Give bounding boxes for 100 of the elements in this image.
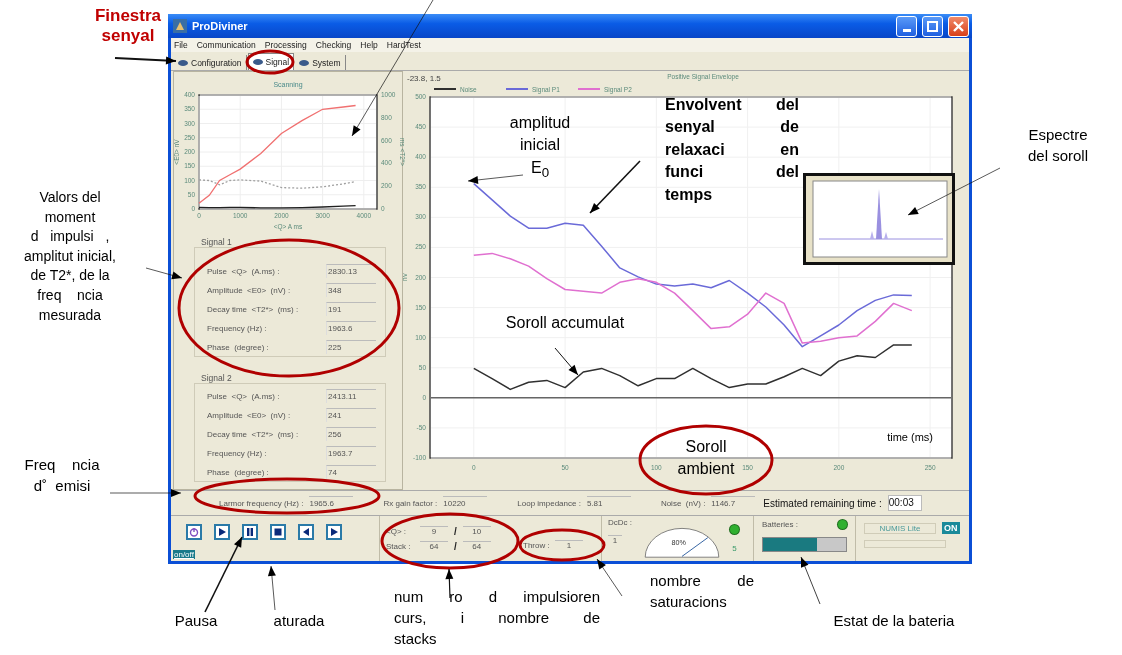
field-label: Frequency (Hz) : [207, 323, 268, 333]
cursor-readout: -23.8, 1.5 [407, 74, 441, 83]
arrow [467, 174, 524, 184]
value-field: 5.81 [586, 495, 631, 511]
on-indicator: ON [942, 522, 960, 534]
value-field: 1146.7 [711, 495, 756, 511]
pause-button[interactable] [242, 524, 258, 540]
counter-label: Stack : [386, 541, 412, 551]
axis-title: time (ms) [887, 431, 933, 443]
annotation-text: Finestra senyal [93, 6, 163, 47]
field-label: Amplitude <E0> (nV) : [207, 410, 292, 420]
menu-item[interactable]: HardTest [386, 40, 421, 50]
field-label: Decay time <T2*> (ms) : [207, 304, 300, 314]
power-label[interactable]: on/off [173, 550, 195, 559]
value-field: 1965.6 [309, 495, 354, 511]
annotation-text: Valors del moment d impulsi , amplitut inicial, de T2*, de la freq ncia mesurada [23, 188, 117, 325]
minimize-button[interactable] [896, 15, 917, 37]
value-field: 2413.11 [326, 389, 376, 403]
device-field: NUMIS Lite [864, 522, 936, 534]
annotation-text: nombre de saturacions [650, 571, 754, 612]
throw-label: Throw : [523, 540, 551, 550]
tab[interactable]: System [295, 55, 346, 70]
minimize-icon [902, 28, 911, 32]
value-field: 256 [326, 427, 376, 441]
arrow [145, 267, 183, 280]
play-icon [217, 527, 227, 537]
field-label: Frequency (Hz) : [207, 448, 268, 458]
value-field: 348 [326, 283, 376, 297]
value-field: 74 [326, 465, 376, 479]
annotation-text: Soroll ambient [676, 437, 736, 480]
annotation-text: aturada [272, 611, 326, 631]
field-label: Loop impedance : [517, 498, 581, 508]
pause-icon [245, 527, 255, 537]
maximize-icon [927, 20, 938, 32]
stop-button[interactable] [270, 524, 286, 540]
value-field: 225 [326, 340, 376, 354]
highlight-ellipse [245, 49, 295, 75]
menu-item[interactable]: Help [360, 40, 378, 50]
arrow [267, 565, 276, 611]
menu-item[interactable]: Checking [315, 40, 352, 50]
eye-icon [178, 59, 188, 66]
annotation-text: Pausa [173, 611, 219, 631]
arrow [589, 160, 641, 214]
value-field: 1963.6 [326, 321, 376, 335]
field-label: Decay time <T2*> (ms) : [207, 429, 300, 439]
annotation-text: Freq ncia d˚ emisi [23, 455, 101, 496]
value-field: 2830.13 [326, 264, 376, 278]
arrow [114, 56, 177, 65]
power-button[interactable] [186, 524, 202, 540]
power-icon [189, 527, 199, 537]
annotation-text: Estat de la bateria [832, 611, 956, 631]
annotation-text: Envolvent del senyal de relaxaci en funci del temps [665, 95, 799, 205]
annotation-text: Espectre del soroll [1027, 125, 1089, 166]
next-icon [329, 527, 339, 537]
count-text: 5 [732, 543, 737, 553]
maximize-button[interactable] [922, 15, 943, 37]
play-button[interactable] [214, 524, 230, 540]
value-field: 1963.7 [326, 446, 376, 460]
app-icon [173, 19, 187, 33]
eye-icon [252, 59, 263, 65]
separator-slash: / [454, 525, 457, 537]
field-label: Phase (degree) : [207, 342, 270, 352]
value-field: 1 [555, 540, 583, 550]
batteries-label: Batteries : [762, 520, 798, 529]
value-field: 64 [420, 541, 448, 551]
annotation-text: amplitud inicial E$_{0}$ [508, 113, 572, 182]
arrow [800, 556, 821, 605]
separator-slash: / [454, 540, 457, 552]
value-field: 10220 [443, 495, 488, 511]
close-button[interactable] [948, 15, 969, 37]
menu-item[interactable]: Processing [264, 40, 307, 50]
arrow [554, 347, 579, 376]
value-field: 9 [420, 526, 448, 536]
dcdc-label: DcDc : [608, 518, 633, 527]
field-label: Amplitude <E0> (nV) : [207, 285, 292, 295]
field-label: Pulse <Q> (A.ms) : [207, 266, 281, 276]
window-title: ProDiviner [192, 20, 248, 32]
previous-button[interactable] [298, 524, 314, 540]
value-field: 00:03 [887, 495, 922, 511]
field-label: Larmor frequency (Hz) : [219, 498, 304, 508]
value-field: 10 [462, 526, 491, 536]
close-icon [953, 20, 964, 32]
tab[interactable]: Configuration [174, 55, 247, 70]
field-label: Rx gain factor : [383, 498, 438, 508]
menu-item[interactable]: File [174, 40, 188, 50]
gauge-reading: 80% [671, 538, 686, 548]
menu-item[interactable]: Communication [196, 40, 256, 50]
annotation-text: Soroll accumulat [504, 313, 626, 333]
field-label: Pulse <Q> (A.ms) : [207, 391, 281, 401]
group-title: Signal 1 [199, 237, 234, 247]
next-button[interactable] [326, 524, 342, 540]
value-field: 241 [326, 408, 376, 422]
field-label: Estimated remaining time : [763, 497, 882, 509]
value-field: 191 [326, 302, 376, 316]
stop-icon [273, 527, 283, 537]
annotation-text: num ro d impulsioren curs, i nombre de stacks [394, 587, 600, 649]
group-title: Signal 2 [199, 373, 234, 383]
previous-icon [301, 527, 311, 537]
field-label: Phase (degree) : [207, 467, 270, 477]
field-label: Noise (nV) : [660, 498, 706, 508]
